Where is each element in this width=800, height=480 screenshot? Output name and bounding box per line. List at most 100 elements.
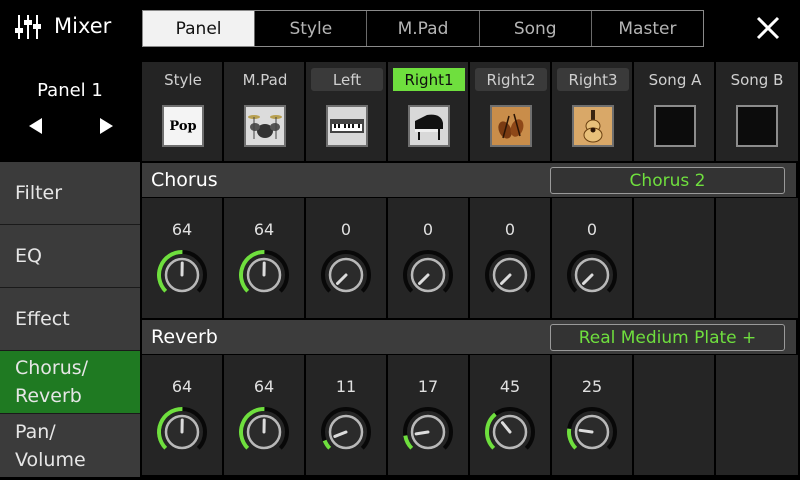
chorus-cell xyxy=(634,198,716,318)
part-label: M.Pad xyxy=(242,70,288,89)
chorus-section-header: Chorus Chorus 2 xyxy=(142,163,796,197)
left-menu: Filter EQ Effect Chorus/ Reverb Pan/ Vol… xyxy=(0,162,140,480)
reverb-type-button[interactable]: Real Medium Plate + xyxy=(550,324,785,351)
part-label: Right3 xyxy=(557,68,629,91)
part-label: Song B xyxy=(730,70,784,89)
reverb-knob[interactable] xyxy=(483,405,537,459)
reverb-cell: 45 xyxy=(470,355,552,475)
panel-selector: Panel 1 xyxy=(0,62,140,162)
menu-item-chorus-reverb[interactable]: Chorus/ Reverb xyxy=(0,351,140,414)
reverb-knob[interactable] xyxy=(155,405,209,459)
knob-level-arc xyxy=(403,435,414,450)
reverb-section-header: Reverb Real Medium Plate + xyxy=(142,320,796,354)
style-pop-icon[interactable]: Pop xyxy=(162,105,204,147)
reverb-value: 64 xyxy=(253,377,275,396)
part-label: Right1 xyxy=(393,68,465,91)
menu-item-label: Filter xyxy=(15,182,63,204)
reverb-value: 25 xyxy=(581,377,603,396)
reverb-cell: 25 xyxy=(552,355,634,475)
chorus-cell: 64 xyxy=(224,198,306,318)
reverb-cell: 11 xyxy=(306,355,388,475)
reverb-value: 11 xyxy=(335,377,357,396)
knob-pointer xyxy=(578,428,594,434)
part-style: Style Pop xyxy=(142,62,224,161)
section-title: Reverb xyxy=(151,326,218,348)
menu-item-filter[interactable]: Filter xyxy=(0,162,140,225)
chorus-knob[interactable] xyxy=(483,248,537,302)
menu-item-effect[interactable]: Effect xyxy=(0,288,140,351)
style-icon-text: Pop xyxy=(169,118,197,134)
chorus-knob[interactable] xyxy=(155,248,209,302)
reverb-cell xyxy=(634,355,716,475)
chorus-knob[interactable] xyxy=(319,248,373,302)
menu-item-eq[interactable]: EQ xyxy=(0,225,140,288)
chorus-value: 0 xyxy=(504,220,516,239)
tab-panel[interactable]: Panel xyxy=(143,11,255,46)
reverb-cell: 17 xyxy=(388,355,470,475)
chorus-cell: 64 xyxy=(142,198,224,318)
electric-piano-icon[interactable] xyxy=(326,105,368,147)
menu-item-label: EQ xyxy=(15,245,42,267)
chorus-knob-row: 64 64 0 0 0 0 xyxy=(142,198,800,318)
tab-song[interactable]: Song xyxy=(478,11,591,46)
chorus-value: 64 xyxy=(171,220,193,239)
reverb-knob[interactable] xyxy=(237,405,291,459)
knob-pointer xyxy=(414,430,430,436)
chorus-cell: 0 xyxy=(388,198,470,318)
close-icon[interactable] xyxy=(752,12,784,44)
part-label: Right2 xyxy=(475,68,547,91)
grand-piano-icon[interactable] xyxy=(408,105,450,147)
chorus-knob[interactable] xyxy=(401,248,455,302)
app-title: Mixer xyxy=(54,14,112,38)
chorus-value: 64 xyxy=(253,220,275,239)
reverb-value: 64 xyxy=(171,377,193,396)
reverb-cell: 64 xyxy=(224,355,306,475)
chorus-knob[interactable] xyxy=(565,248,619,302)
triangle-left-icon xyxy=(29,118,42,134)
chorus-type-button[interactable]: Chorus 2 xyxy=(550,167,785,194)
menu-item-label: Effect xyxy=(15,308,70,330)
part-label: Style xyxy=(164,70,202,89)
part-right3: Right3 xyxy=(552,62,634,161)
reverb-knob-row: 64 64 11 17 45 25 xyxy=(142,355,800,475)
knob-level-arc xyxy=(567,428,578,450)
chorus-value: 0 xyxy=(586,220,598,239)
violins-icon[interactable] xyxy=(490,105,532,147)
knob-level-arc xyxy=(322,439,332,450)
reverb-value: 45 xyxy=(499,377,521,396)
mixer-sliders-icon xyxy=(15,15,41,39)
chorus-knob[interactable] xyxy=(237,248,291,302)
empty-slot-icon[interactable] xyxy=(654,105,696,147)
tab-style[interactable]: Style xyxy=(254,11,366,46)
empty-slot-icon[interactable] xyxy=(736,105,778,147)
chorus-value: 0 xyxy=(422,220,434,239)
acoustic-guitar-icon[interactable] xyxy=(572,105,614,147)
tab-mpad[interactable]: M.Pad xyxy=(366,11,478,46)
chorus-cell: 0 xyxy=(306,198,388,318)
reverb-knob[interactable] xyxy=(401,405,455,459)
part-label: Song A xyxy=(648,70,702,89)
chorus-cell: 0 xyxy=(470,198,552,318)
reverb-knob[interactable] xyxy=(319,405,373,459)
chorus-value: 0 xyxy=(340,220,352,239)
triangle-right-icon xyxy=(100,118,113,134)
panel-name: Panel 1 xyxy=(37,80,103,101)
panel-next-button[interactable] xyxy=(92,112,120,140)
reverb-knob[interactable] xyxy=(565,405,619,459)
part-song-a: Song A xyxy=(634,62,716,161)
chorus-cell xyxy=(716,198,798,318)
drum-kit-icon[interactable] xyxy=(244,105,286,147)
reverb-cell xyxy=(716,355,798,475)
part-right1: Right1 xyxy=(388,62,470,161)
header-bar: Mixer Panel Style M.Pad Song Master xyxy=(0,0,800,56)
part-strip: Style Pop M.Pad Left Right1 Right2 Right… xyxy=(142,62,800,161)
menu-item-pan-volume[interactable]: Pan/ Volume xyxy=(0,414,140,477)
part-mpad: M.Pad xyxy=(224,62,306,161)
reverb-cell: 64 xyxy=(142,355,224,475)
reverb-value: 17 xyxy=(417,377,439,396)
tab-master[interactable]: Master xyxy=(590,11,703,46)
panel-prev-button[interactable] xyxy=(22,112,50,140)
chorus-cell: 0 xyxy=(552,198,634,318)
part-label: Left xyxy=(311,68,383,91)
section-title: Chorus xyxy=(151,169,218,191)
